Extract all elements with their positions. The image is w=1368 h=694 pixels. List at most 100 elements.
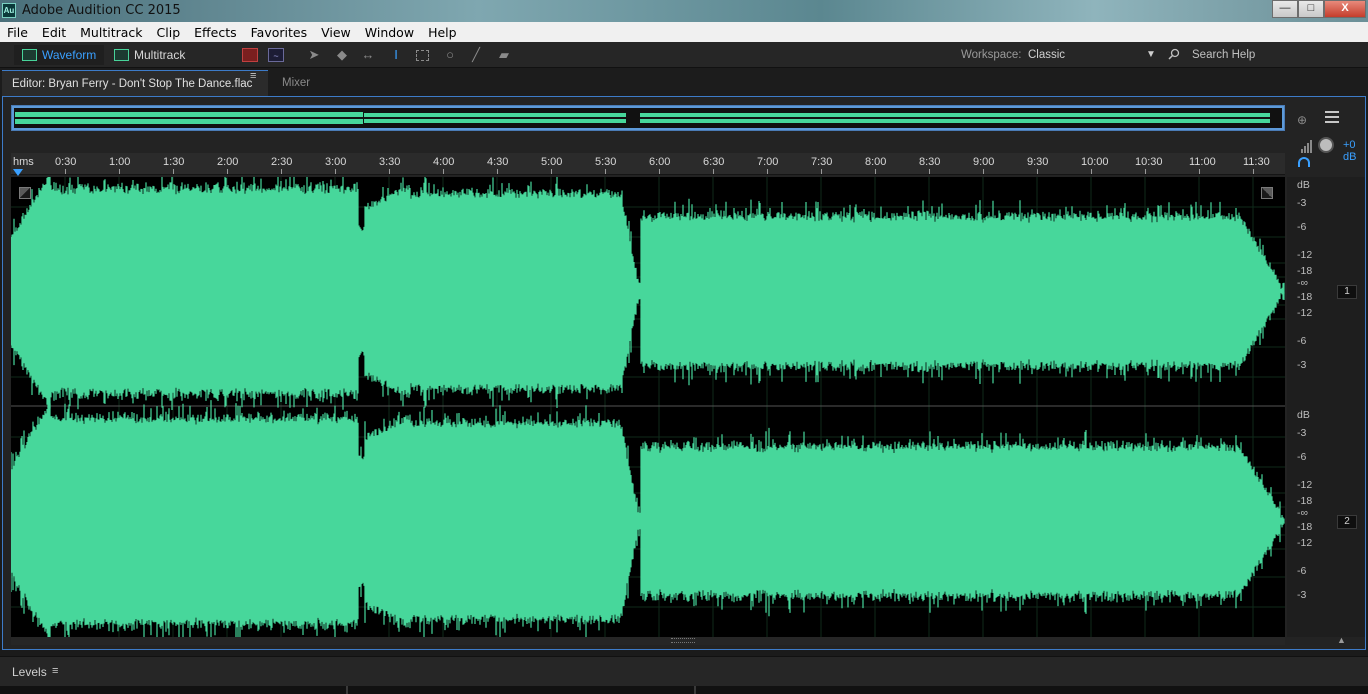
maximize-button[interactable]: □ [1298,0,1324,18]
menu-edit[interactable]: Edit [35,25,73,40]
ruler-tick [1037,169,1038,174]
ruler-label: 11:30 [1243,156,1270,168]
channel-1-badge[interactable]: 1 [1337,285,1357,299]
fade-in-handle[interactable] [19,187,31,199]
db-label: -6 [1297,221,1307,233]
panel-tabs: Editor: Bryan Ferry - Don't Stop The Dan… [0,68,1368,96]
tab-mixer[interactable]: Mixer [272,70,320,96]
db-header-ch2: dB [1297,409,1310,421]
menu-multitrack[interactable]: Multitrack [73,25,149,40]
lasso-tool-icon[interactable]: ○ [442,48,458,62]
tab-editor[interactable]: Editor: Bryan Ferry - Don't Stop The Dan… [2,70,268,96]
ruler-tick [767,169,768,174]
minimize-button[interactable]: — [1272,0,1298,18]
scrollbar-grip[interactable] [671,638,695,643]
workspace-select[interactable]: Classic [1028,49,1065,61]
toolbar: Waveform Multitrack ~ ➤ ◆ ↔ I ○ ╱ ▰ Work… [0,42,1368,68]
ruler-label: 4:30 [487,156,509,168]
ruler-tick [551,169,552,174]
amplitude-scale[interactable]: dB dB 1 2 -3 -6 -12 -18 -∞ -18 -12 -6 -3 -3 -6 -12-… [1287,177,1365,637]
headphones-icon[interactable] [1298,157,1310,167]
fade-out-handle[interactable] [1261,187,1273,199]
db-header-ch1: dB [1297,179,1310,191]
ruler-label: 8:00 [865,156,887,168]
ruler-tick [335,169,336,174]
search-help-input[interactable]: Search Help [1192,49,1255,61]
zoom-icon[interactable]: ⊕ [1297,113,1313,129]
ruler-label: 2:00 [217,156,239,168]
move-tool-icon[interactable]: ➤ [306,48,322,62]
marquee-tool-icon[interactable] [416,50,429,61]
waveform-display[interactable] [11,177,1285,637]
db-label: -3 [1297,359,1307,371]
menu-file[interactable]: File [0,25,35,40]
menu-view[interactable]: View [314,25,358,40]
ruler-label: 9:00 [973,156,995,168]
ruler-label: 2:30 [271,156,293,168]
time-selection-tool-icon[interactable]: I [388,48,404,62]
window-title: Adobe Audition CC 2015 [22,3,181,18]
multitrack-view-button[interactable]: Multitrack [106,45,193,65]
db-label: -12 [1297,307,1313,319]
ruler-tick [119,169,120,174]
db-label: -12 [1297,479,1313,491]
menu-favorites[interactable]: Favorites [244,25,314,40]
db-label: -6 [1297,451,1307,463]
search-icon[interactable] [1168,48,1180,60]
title-bar: Au Adobe Audition CC 2015 — □ X [0,0,1368,22]
ruler-tick [227,169,228,174]
levels-title: Levels [12,665,47,679]
ruler-tick [1091,169,1092,174]
ruler-label: 1:30 [163,156,185,168]
menu-window[interactable]: Window [358,25,421,40]
ruler-label: 7:30 [811,156,833,168]
app-window: Au Adobe Audition CC 2015 — □ X File Edi… [0,0,1368,694]
spectral-frequency-icon[interactable] [242,48,258,62]
menu-clip[interactable]: Clip [150,25,188,40]
ruler-tick [821,169,822,174]
razor-tool-icon[interactable]: ◆ [334,48,350,62]
workspace-label: Workspace: [961,49,1022,61]
workspace-dropdown-icon[interactable]: ▼ [1146,49,1156,60]
spectral-pitch-icon[interactable]: ~ [268,48,284,62]
ruler-tick [1145,169,1146,174]
waveform-channel [11,393,1285,637]
ruler-label: 0:30 [55,156,77,168]
close-button[interactable]: X [1324,0,1366,18]
ruler-label: 11:00 [1189,156,1216,168]
ruler-label: 10:30 [1135,156,1163,168]
slip-tool-icon[interactable]: ↔ [360,48,376,62]
db-label: -3 [1297,589,1307,601]
bottom-strip [0,686,1368,694]
ruler-tick [659,169,660,174]
horizontal-scrollbar[interactable] [11,637,1285,645]
db-label: -18 [1297,521,1313,533]
ruler-label: 10:00 [1081,156,1109,168]
scroll-up-icon[interactable]: ▲ [1337,635,1346,645]
volume-value[interactable]: +0 dB [1343,139,1365,163]
audition-app-icon: Au [2,3,16,18]
playhead-marker[interactable] [13,169,23,176]
ruler-label: 9:30 [1027,156,1049,168]
spot-healing-tool-icon[interactable]: ▰ [496,48,512,62]
db-label: -18 [1297,265,1313,277]
ruler-label: 7:00 [757,156,779,168]
menu-help[interactable]: Help [421,25,464,40]
time-ruler[interactable]: hms 0:30 1:00 1:30 2:00 2:30 3:00 3:30 4:00 4:30… [11,153,1285,176]
ruler-tick [443,169,444,174]
volume-knob[interactable] [1318,137,1334,153]
overview-visible-range[interactable] [12,106,1284,130]
overview-navigator[interactable] [11,105,1285,131]
waveform-view-button[interactable]: Waveform [14,45,105,65]
ruler-tick [983,169,984,174]
db-label: -18 [1297,495,1313,507]
brush-tool-icon[interactable]: ╱ [468,48,484,62]
tab-mixer-label: Mixer [282,77,311,89]
menu-effects[interactable]: Effects [187,25,244,40]
ruler-label: 5:00 [541,156,563,168]
panel-options-icon[interactable] [1325,111,1339,123]
channel-2-badge[interactable]: 2 [1337,515,1357,529]
multitrack-label: Multitrack [134,48,186,62]
panel-menu-icon[interactable]: ≡ [250,70,256,82]
levels-menu-icon[interactable]: ≡ [52,665,58,677]
